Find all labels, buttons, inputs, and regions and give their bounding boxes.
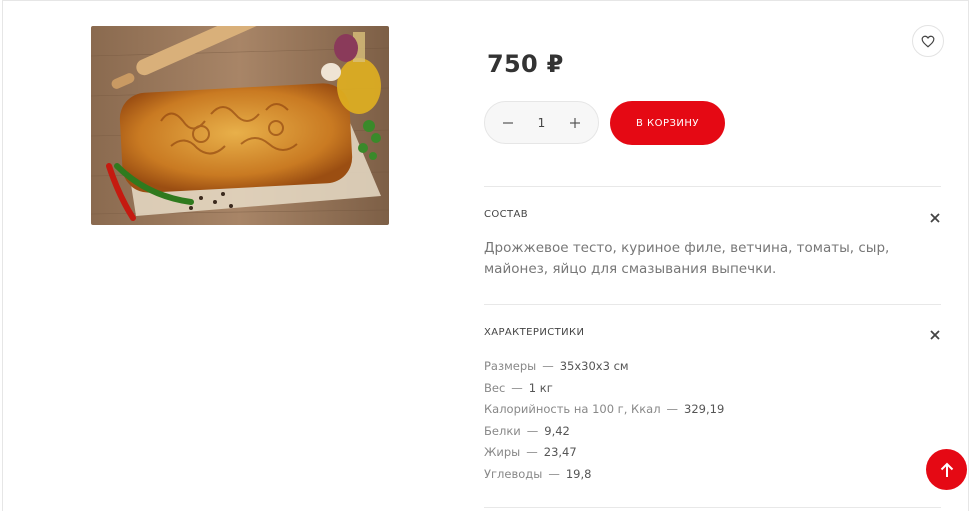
close-icon <box>930 330 940 340</box>
characteristic-value: 35х30х3 см <box>559 359 629 373</box>
close-icon <box>930 213 940 223</box>
characteristics-list: Размеры —35х30х3 см Вес —1 кг Калорийность… <box>484 356 724 486</box>
characteristic-value: 23,47 <box>543 445 577 460</box>
divider <box>484 304 941 305</box>
quantity-stepper: 1 <box>484 101 599 144</box>
characteristic-row: Калорийность на 100 г, Ккал —329,19 <box>484 402 725 417</box>
divider <box>484 186 941 187</box>
characteristic-value: 9,42 <box>544 423 570 438</box>
characteristic-row: Размеры —35х30х3 см <box>484 359 629 373</box>
characteristic-label: Жиры <box>484 445 521 460</box>
composition-toggle[interactable] <box>929 209 941 223</box>
scroll-to-top-button[interactable] <box>926 449 967 490</box>
characteristic-row: Жиры —23,47 <box>484 445 577 460</box>
increase-quantity-button[interactable] <box>568 116 582 130</box>
add-to-cart-button[interactable]: В КОРЗИНУ <box>610 101 725 145</box>
characteristic-row: Углеводы —19,8 <box>484 466 592 481</box>
composition-title[interactable]: СОСТАВ <box>484 209 528 220</box>
favorite-button[interactable] <box>912 25 944 57</box>
product-price: 750 ₽ <box>487 50 564 78</box>
characteristics-title[interactable]: ХАРАКТЕРИСТИКИ <box>484 327 584 338</box>
characteristic-value: 19,8 <box>565 466 592 481</box>
characteristics-toggle[interactable] <box>929 326 941 340</box>
divider <box>484 507 941 508</box>
minus-icon <box>503 121 513 124</box>
characteristic-label: Размеры <box>484 359 537 373</box>
characteristic-value: 1 кг <box>528 380 553 395</box>
product-image[interactable] <box>91 26 389 225</box>
plus-icon <box>569 117 580 128</box>
composition-text: Дрожжевое тесто, куриное филе, ветчина, … <box>484 240 890 277</box>
arrow-up-icon <box>940 462 953 477</box>
decrease-quantity-button[interactable] <box>501 116 515 130</box>
characteristic-value: 329,19 <box>684 402 725 417</box>
characteristic-label: Белки <box>484 423 521 438</box>
characteristic-label: Углеводы <box>484 466 543 481</box>
characteristic-row: Белки —9,42 <box>484 423 570 438</box>
quantity-value[interactable]: 1 <box>538 116 546 130</box>
heart-icon <box>921 35 935 48</box>
characteristic-label: Вес <box>484 380 506 395</box>
characteristic-label: Калорийность на 100 г, Ккал <box>484 402 661 417</box>
characteristic-row: Вес —1 кг <box>484 380 553 395</box>
